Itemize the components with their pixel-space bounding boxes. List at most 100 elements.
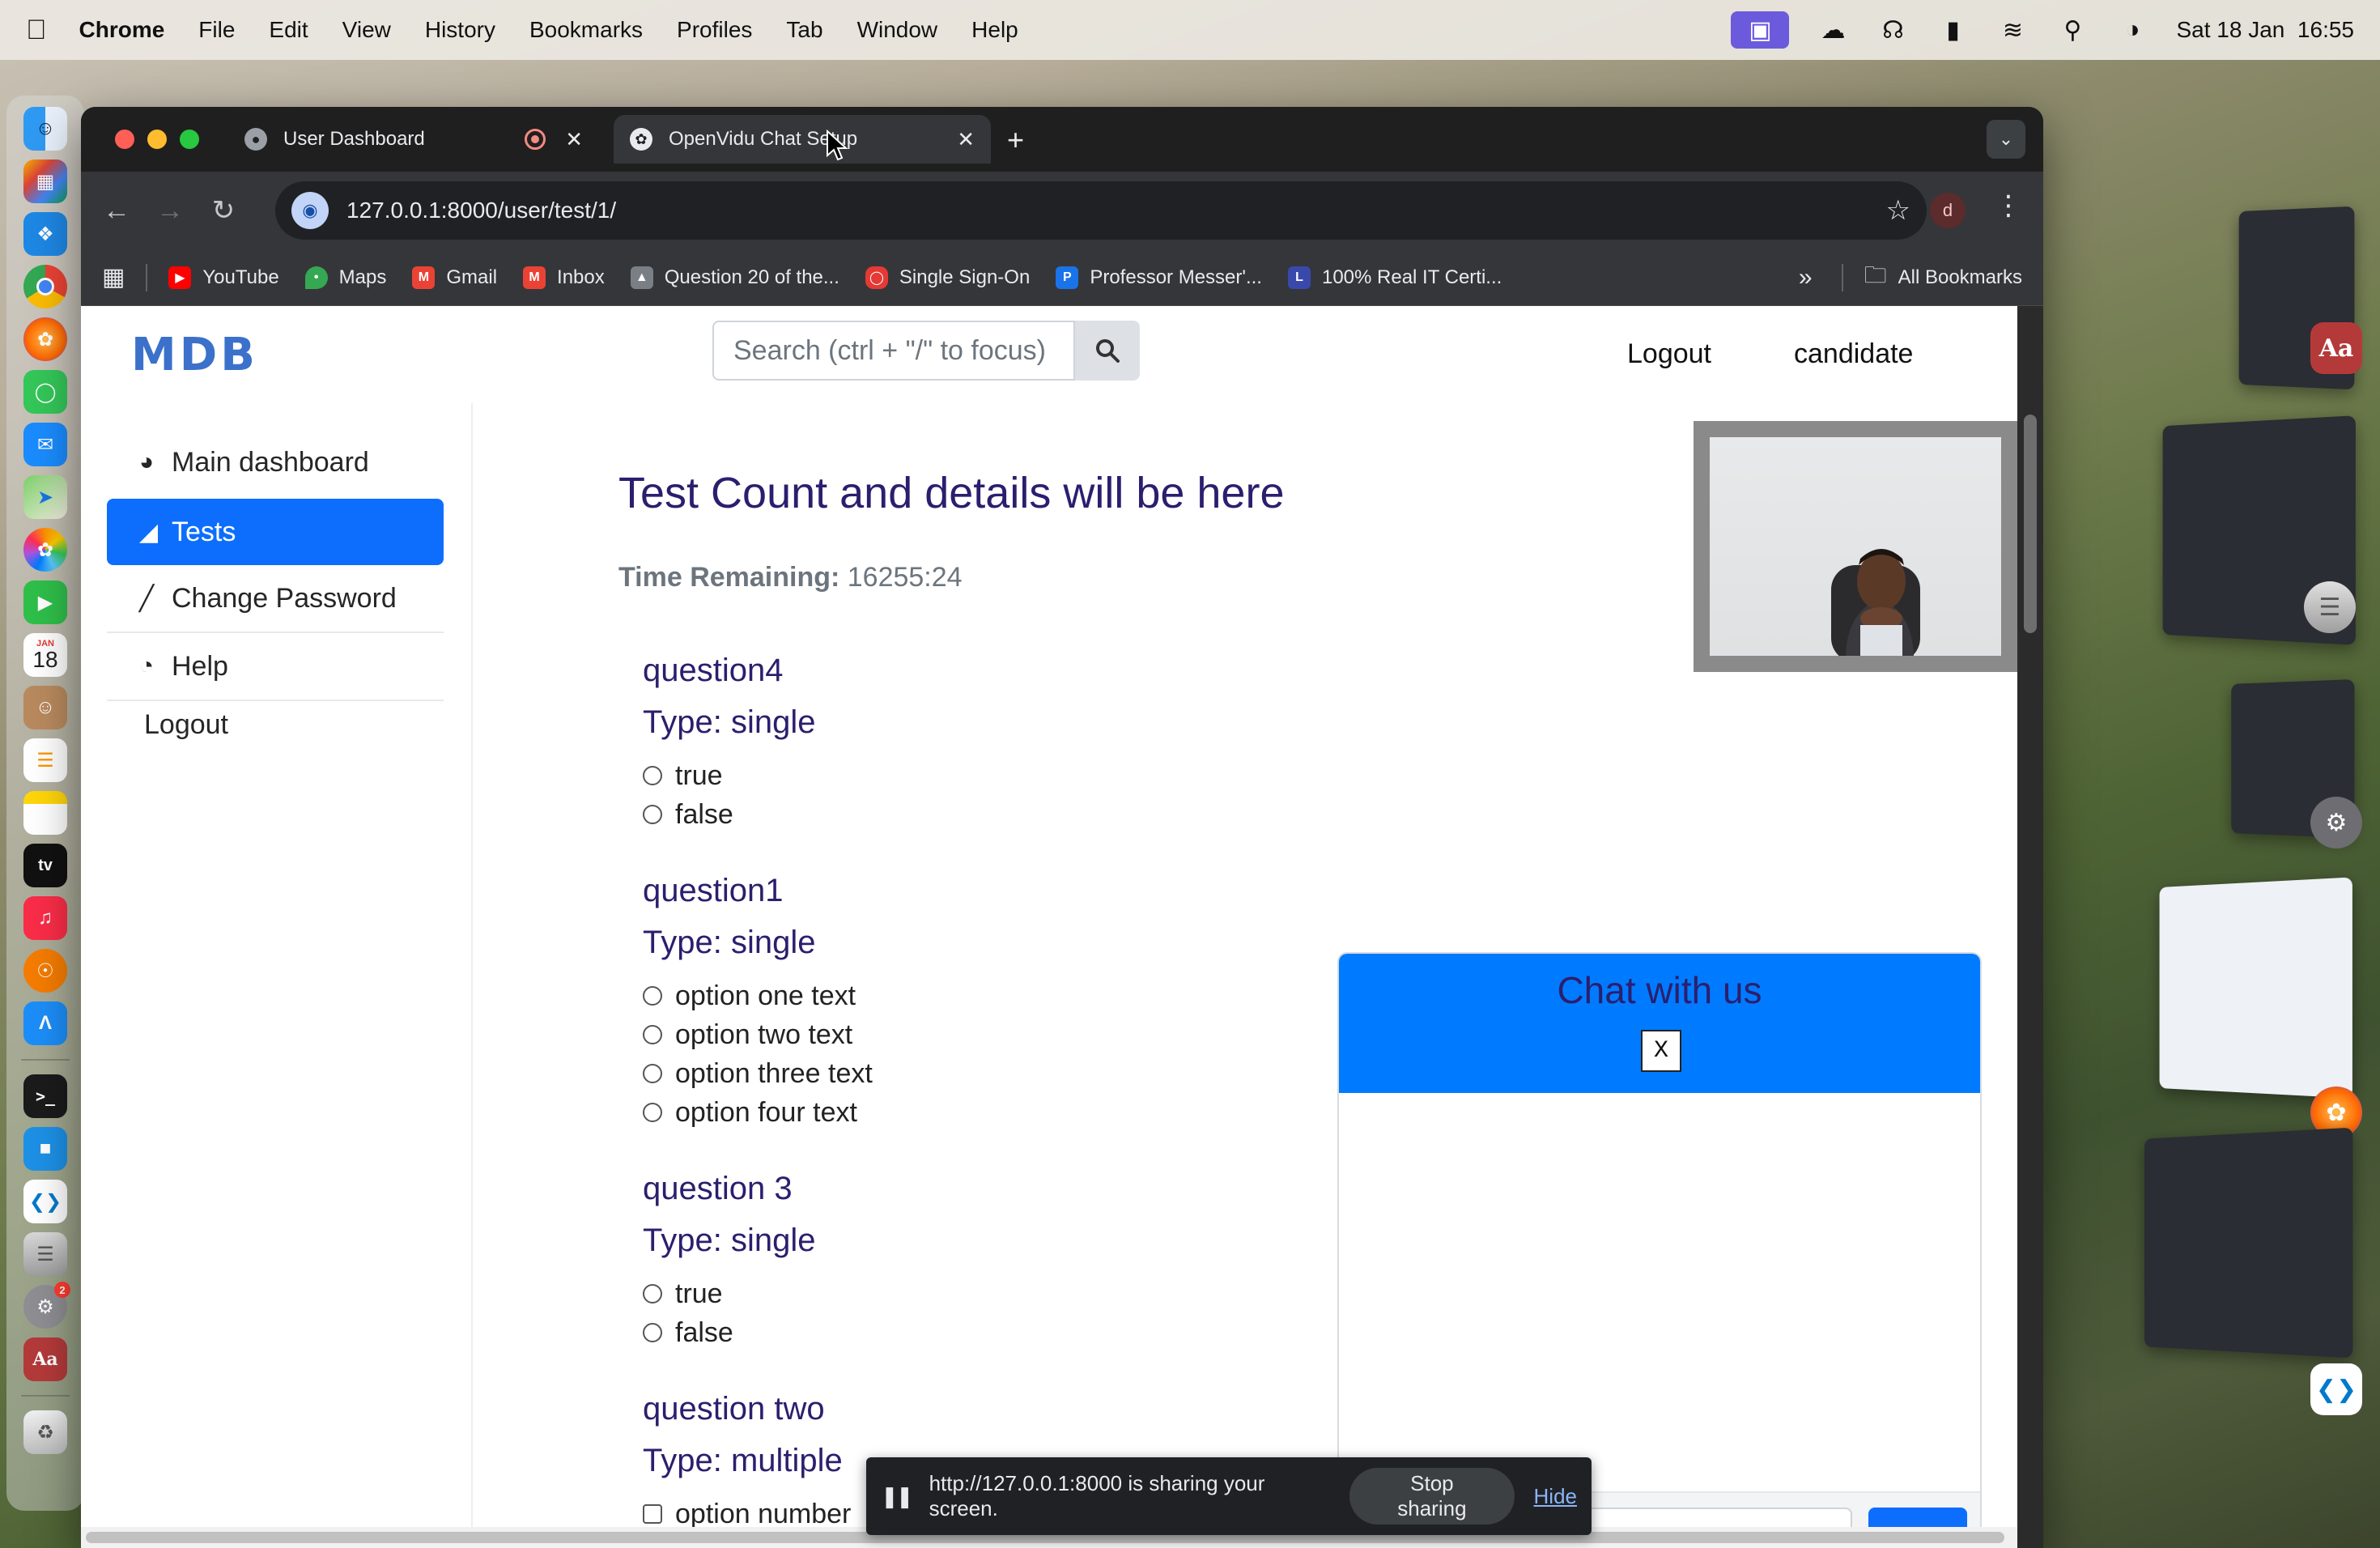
tab-openvidu-chat-setup[interactable]: ✿ OpenVidu Chat Setup ✕ [614,115,991,164]
close-tab-icon[interactable]: ✕ [957,127,975,152]
control-center-icon[interactable]: ◑ [2116,14,2148,46]
answer-option[interactable]: false [643,795,815,834]
answer-radio[interactable] [643,1103,662,1122]
answer-option[interactable]: option one text [643,976,873,1015]
database-icon[interactable]: ☰ [23,1232,67,1276]
menu-view[interactable]: View [342,17,391,43]
headphones-icon[interactable]: ☊ [1876,14,1909,46]
podcasts-icon[interactable]: ☉ [23,949,67,993]
screen-sharing-icon[interactable]: ▣ [1731,11,1790,49]
maximize-window-button[interactable] [180,130,199,149]
bookmarks-overflow-icon[interactable]: » [1799,264,1813,291]
more-menu-icon[interactable]: ⋮ [1995,189,2022,222]
bookmark-star-icon[interactable]: ☆ [1886,194,1910,227]
safari-icon[interactable]: ❖ [23,212,67,256]
site-logo[interactable]: MDB [131,329,258,381]
finder-icon[interactable]: ☺ [23,107,67,151]
dictionary-icon[interactable]: Aa [23,1337,67,1381]
bookmark-question-20[interactable]: ▲ Question 20 of the... [630,266,839,289]
bookmark-inbox[interactable]: M Inbox [523,266,605,289]
profile-avatar[interactable]: d [1930,193,1966,228]
menu-window[interactable]: Window [857,17,938,43]
dictionary-app-icon[interactable]: Aa [2310,322,2362,374]
photos-icon[interactable]: ✿ [23,528,67,572]
address-bar[interactable]: ◉ 127.0.0.1:8000/user/test/1/ ☆ [275,181,1927,240]
stage-window-thumbnail[interactable] [2159,877,2352,1099]
answer-radio[interactable] [643,1284,662,1303]
app-store-icon[interactable]: Λ [23,1002,67,1045]
answer-radio[interactable] [643,986,662,1006]
spotlight-search-icon[interactable]: ⚲ [2056,14,2089,46]
minimize-window-button[interactable] [147,130,167,149]
search-input[interactable] [712,321,1075,381]
apple-icon[interactable]:  [26,15,47,46]
tab-search-button[interactable]: ⌄ [1987,120,2025,159]
bookmark-single-sign-on[interactable]: ◯ Single Sign-On [865,266,1030,289]
sidebar-item-logout[interactable]: Logout [107,691,444,758]
answer-option[interactable]: true [643,756,815,795]
forward-arrow-icon[interactable]: → [147,188,193,233]
messages-icon[interactable]: ◯ [23,370,67,414]
answer-option[interactable]: option four text [643,1093,873,1132]
scrollbar-thumb[interactable] [2024,415,2037,633]
docker-icon[interactable]: ■ [23,1127,67,1171]
menu-edit[interactable]: Edit [269,17,308,43]
vscode-icon[interactable]: ❮❯ [23,1180,67,1223]
tab-user-dashboard[interactable]: ● User Dashboard ✕ [228,115,599,164]
maps-icon[interactable]: ➤ [23,475,67,519]
answer-option[interactable]: option three text [643,1054,873,1093]
answer-radio[interactable] [643,1323,662,1342]
firefox-icon[interactable]: ✿ [23,317,67,361]
vertical-scrollbar[interactable] [2017,306,2043,1548]
trash-icon[interactable]: ♻ [23,1410,67,1454]
hide-link[interactable]: Hide [1534,1484,1577,1509]
cloud-status-icon[interactable]: ☁ [1817,14,1849,46]
menu-help[interactable]: Help [971,17,1018,43]
notes-icon[interactable] [23,791,67,835]
system-settings-app-icon[interactable]: ⚙ [2310,797,2362,848]
contacts-icon[interactable]: ☺ [23,686,67,729]
terminal-icon[interactable]: >_ [23,1074,67,1118]
answer-radio[interactable] [643,766,662,785]
all-bookmarks-button[interactable]: 🗀 All Bookmarks [1864,258,2022,297]
apple-tv-icon[interactable]: tv [23,844,67,887]
music-icon[interactable]: ♫ [23,896,67,940]
sidebar-item-change-password[interactable]: ╱ Change Password [107,565,444,632]
reminders-icon[interactable]: ☰ [23,738,67,782]
answer-radio[interactable] [643,1025,662,1044]
menu-file[interactable]: File [198,17,235,43]
mail-icon[interactable]: ✉ [23,423,67,466]
vscode-app-icon[interactable]: ❮❯ [2310,1363,2362,1415]
new-tab-button[interactable]: + [1007,123,1024,157]
menu-profiles[interactable]: Profiles [677,17,752,43]
menu-bar-clock[interactable]: Sat 18 Jan 16:55 [2176,17,2354,43]
facetime-icon[interactable]: ▶ [23,580,67,624]
answer-option[interactable]: true [643,1274,815,1313]
stop-sharing-button[interactable]: Stop sharing [1349,1468,1515,1525]
calendar-icon[interactable]: JAN 18 [23,633,67,677]
database-app-icon[interactable]: ☰ [2304,581,2356,633]
answer-radio[interactable] [643,805,662,824]
sidebar-item-main-dashboard[interactable]: ◕ Main dashboard [107,429,444,495]
camera-sharing-icon[interactable]: ◉ [291,192,329,229]
close-window-button[interactable] [115,130,134,149]
menu-tab[interactable]: Tab [786,17,822,43]
reload-icon[interactable]: ↻ [201,188,246,233]
chat-close-button[interactable]: X [1641,1030,1681,1072]
bookmark-gmail[interactable]: M Gmail [412,266,497,289]
chrome-icon[interactable] [23,265,67,308]
sidebar-item-help[interactable]: ◔ Help [107,633,444,700]
menu-history[interactable]: History [425,17,495,43]
stage-window-thumbnail[interactable] [2144,1127,2353,1359]
answer-radio[interactable] [643,1064,662,1083]
back-arrow-icon[interactable]: ← [94,188,139,233]
wifi-icon[interactable]: ≋ [1996,14,2029,46]
search-button[interactable] [1075,321,1140,381]
menu-bookmarks[interactable]: Bookmarks [529,17,643,43]
system-settings-icon[interactable]: ⚙ 2 [23,1282,70,1329]
bookmark-real-it-cert[interactable]: L 100% Real IT Certi... [1287,266,1502,289]
sidebar-item-tests[interactable]: ◢ Tests [107,499,444,565]
nav-logout-link[interactable]: Logout [1627,338,1711,370]
apps-grid-icon[interactable]: ▦ [102,263,125,291]
nav-user-link[interactable]: candidate [1794,338,1913,370]
